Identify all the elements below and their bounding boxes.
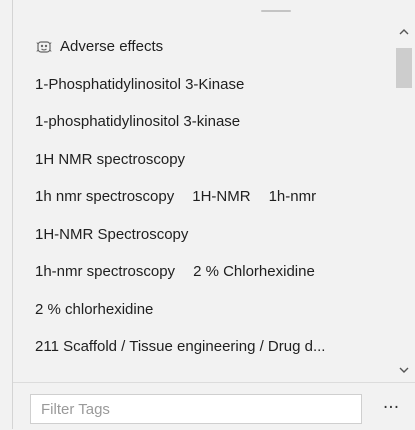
chevron-down-icon[interactable] (398, 364, 410, 376)
list-item: 1-phosphatidylinositol 3-kinase (13, 103, 391, 141)
tag-group-icon (35, 38, 53, 56)
tag-item[interactable]: 1h-nmr spectroscopy (35, 263, 175, 280)
list-item: 1H-NMR Spectroscopy (13, 216, 391, 254)
tag-item[interactable]: 1h nmr spectroscopy (35, 188, 174, 205)
list-item: 1H NMR spectroscopy (13, 141, 391, 179)
list-item: 1-Phosphatidylinositol 3-Kinase (13, 66, 391, 104)
tag-list: Adverse effects 1-Phosphatidylinositol 3… (13, 28, 391, 378)
tag-adverse-effects[interactable]: Adverse effects (60, 38, 163, 55)
tag-item[interactable]: 1-phosphatidylinositol 3-kinase (35, 113, 240, 130)
list-item: 1h-nmr spectroscopy 2 % Chlorhexidine (13, 253, 391, 291)
list-item: Adverse effects (13, 28, 391, 66)
tag-item[interactable]: 1H NMR spectroscopy (35, 151, 185, 168)
tag-selector-footer: ··· (13, 382, 415, 430)
list-item: 2 % chlorhexidine (13, 291, 391, 329)
pane-resize-handle[interactable] (261, 10, 291, 12)
vertical-scrollbar[interactable] (393, 24, 415, 378)
list-item: 1h nmr spectroscopy 1H-NMR 1h-nmr (13, 178, 391, 216)
scrollbar-thumb[interactable] (396, 48, 412, 88)
tag-item[interactable]: 1H-NMR Spectroscopy (35, 226, 188, 243)
tag-item[interactable]: 211 Scaffold / Tissue engineering / Drug… (35, 338, 325, 355)
filter-tags-input[interactable] (30, 394, 362, 424)
tag-item[interactable]: 2 % Chlorhexidine (193, 263, 315, 280)
more-actions-button[interactable]: ··· (377, 396, 405, 420)
list-item: 211 Scaffold / Tissue engineering / Drug… (13, 328, 391, 366)
tag-item[interactable]: 1H-NMR (192, 188, 250, 205)
tag-item[interactable]: 1-Phosphatidylinositol 3-Kinase (35, 76, 244, 93)
tag-item[interactable]: 1h-nmr (269, 188, 317, 205)
tag-selector-pane: Adverse effects 1-Phosphatidylinositol 3… (12, 0, 415, 429)
chevron-up-icon[interactable] (398, 26, 410, 38)
tag-item[interactable]: 2 % chlorhexidine (35, 301, 153, 318)
